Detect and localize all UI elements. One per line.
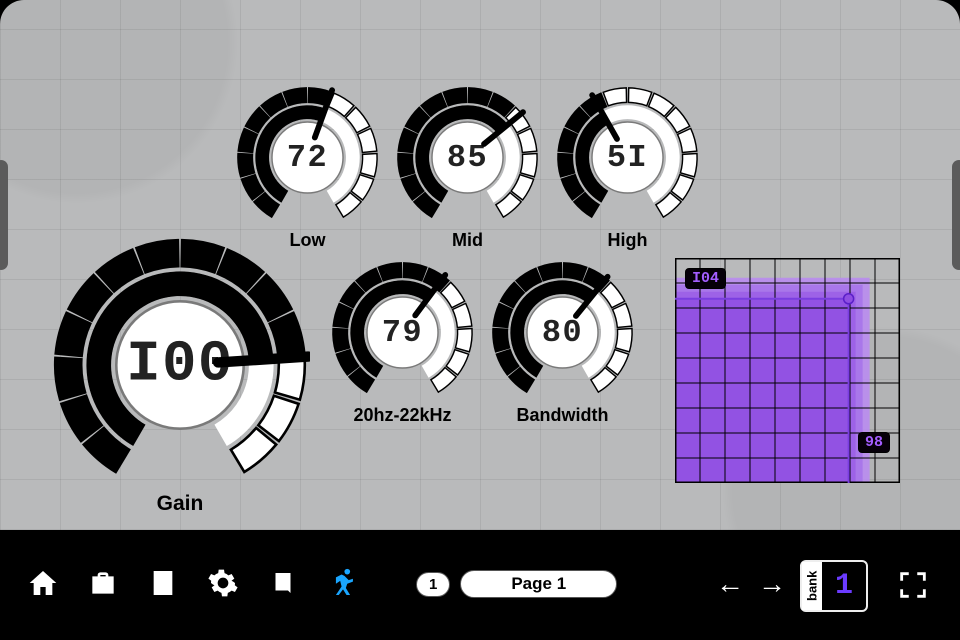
xy-value-x: 98 xyxy=(858,432,890,453)
bank-selector[interactable]: bank 1 xyxy=(800,560,868,612)
knob-high[interactable]: 5I High xyxy=(555,85,700,235)
right-drawer-handle[interactable] xyxy=(952,160,960,270)
svg-text:72: 72 xyxy=(287,139,328,176)
knob-mid[interactable]: 85 Mid xyxy=(395,85,540,235)
svg-text:5I: 5I xyxy=(607,139,648,176)
presets-icon[interactable] xyxy=(146,566,180,600)
knob-gain-label: Gain xyxy=(157,492,204,516)
briefcase-icon[interactable] xyxy=(86,566,120,600)
home-icon[interactable] xyxy=(26,566,60,600)
svg-text:80: 80 xyxy=(542,314,583,351)
knob-high-label: High xyxy=(608,230,648,251)
page-title[interactable]: Page 1 xyxy=(460,570,617,598)
bank-label: bank xyxy=(802,562,822,610)
page-number-badge[interactable]: 1 xyxy=(416,572,450,597)
bank-number: 1 xyxy=(822,562,866,610)
page-next-arrow[interactable]: → xyxy=(758,568,786,600)
xy-pad[interactable]: I04 98 xyxy=(675,258,900,483)
knob-gain[interactable]: I00 Gain xyxy=(50,235,310,500)
fullscreen-icon[interactable] xyxy=(896,568,930,602)
knob-low-label: Low xyxy=(290,230,326,251)
knob-freq-label: 20hz-22kHz xyxy=(353,405,451,426)
left-drawer-handle[interactable] xyxy=(0,160,8,270)
knob-freq[interactable]: 79 20hz-22kHz xyxy=(330,260,475,410)
knob-bw[interactable]: 80 Bandwidth xyxy=(490,260,635,410)
svg-text:79: 79 xyxy=(382,314,423,351)
main-panel: I00 Gain 72 Low 85 Mid 5I High 79 20hz-2… xyxy=(0,0,960,530)
bottom-bar: 1 Page 1 ← → bank 1 xyxy=(0,530,960,640)
knob-low[interactable]: 72 Low xyxy=(235,85,380,235)
settings-icon[interactable] xyxy=(206,566,240,600)
xy-value-y: I04 xyxy=(685,268,726,289)
knob-mid-label: Mid xyxy=(452,230,483,251)
run-icon[interactable] xyxy=(326,566,360,600)
list-icon[interactable] xyxy=(266,566,300,600)
page-prev-arrow[interactable]: ← xyxy=(716,568,744,600)
knob-bw-label: Bandwidth xyxy=(517,405,609,426)
